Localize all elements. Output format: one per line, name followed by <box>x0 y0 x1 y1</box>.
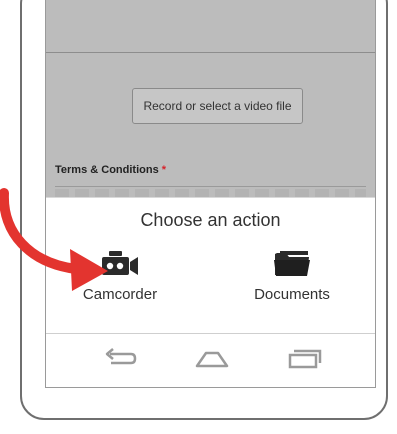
navigation-bar <box>46 333 375 387</box>
form-background: Record or select a video file Terms & Co… <box>46 0 375 197</box>
required-marker: * <box>161 164 166 176</box>
terms-divider <box>55 186 366 187</box>
terms-conditions-label: Terms & Conditions * <box>55 164 166 176</box>
camcorder-option[interactable]: Camcorder <box>60 248 180 312</box>
form-divider <box>46 52 375 53</box>
camcorder-icon <box>102 251 138 275</box>
nav-recents-button[interactable] <box>284 344 324 374</box>
record-video-button[interactable]: Record or select a video file <box>132 88 303 124</box>
back-icon <box>105 348 137 365</box>
terms-text-preview <box>55 189 366 197</box>
chooser-title: Choose an action <box>140 210 281 230</box>
folder-icon <box>274 251 310 276</box>
nav-back-button[interactable] <box>99 344 139 374</box>
camcorder-label: Camcorder <box>82 286 158 303</box>
documents-option[interactable]: Documents <box>232 248 352 312</box>
nav-home-button[interactable] <box>192 344 232 374</box>
documents-label: Documents <box>254 286 330 303</box>
terms-conditions-text: Terms & Conditions <box>55 164 159 176</box>
phone-screen: Record or select a video file Terms & Co… <box>45 0 376 388</box>
home-icon <box>195 351 229 368</box>
action-chooser-sheet: Choose an action Camcorder Documents <box>46 197 375 333</box>
recent-apps-icon <box>288 349 322 369</box>
